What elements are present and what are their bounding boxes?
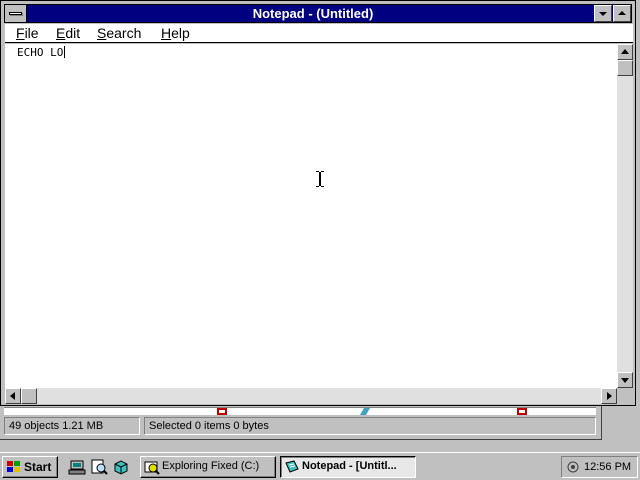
vertical-scroll-thumb[interactable] [617,60,633,76]
scroll-down-button[interactable] [617,372,633,388]
text-editor-area[interactable]: ECHO LO [5,44,617,388]
ibeam-cursor-icon [316,171,324,187]
system-tray: 12:56 PM [561,456,638,478]
scroll-up-button[interactable] [617,44,633,60]
minimize-button[interactable] [594,5,612,22]
maximize-icon [618,11,626,15]
status-object-count: 49 objects 1.21 MB [4,417,140,435]
scroll-right-button[interactable] [601,388,617,404]
menu-help[interactable]: Help [161,25,190,41]
title-bar[interactable]: Notepad - (Untitled) [4,4,632,23]
start-label: Start [24,460,52,474]
explorer-icon [144,461,160,475]
cube-icon[interactable] [112,458,130,476]
taskbar-button-label: Exploring Fixed (C:) [162,460,260,472]
size-grip[interactable] [617,388,633,404]
folder-icon [517,408,527,415]
menu-bar: File Edit Search Help [5,24,633,43]
clock[interactable]: 12:56 PM [584,459,631,475]
notepad-icon [285,460,299,473]
system-menu-button[interactable] [5,5,27,22]
arrow-left-icon [10,392,15,400]
start-button[interactable]: Start [2,456,58,478]
arrow-up-icon [621,49,629,54]
arrow-down-icon [621,378,629,383]
text-caret [64,46,66,58]
horizontal-scroll-thumb[interactable] [21,388,37,404]
volume-icon[interactable] [566,460,580,474]
menu-file[interactable]: File [16,25,39,41]
minimize-icon [599,12,607,16]
status-selection: Selected 0 items 0 bytes [144,417,596,435]
taskbar-button-label: Notepad - [Untitl... [302,460,397,472]
folder-icon [217,408,227,415]
vertical-scrollbar[interactable] [617,44,633,388]
window-title: Notepad - (Untitled) [252,6,374,21]
explorer-window: 49 objects 1.21 MB Selected 0 items 0 by… [0,406,602,440]
document-text-line: ECHO LO [17,46,66,60]
scroll-left-button[interactable] [5,388,21,404]
menu-edit[interactable]: Edit [56,25,80,41]
taskbar-button-notepad[interactable]: Notepad - [Untitl... [280,456,416,478]
taskbar: Start Exploring Fixed (C:) Notepad - [Un… [0,452,640,480]
menu-search[interactable]: Search [97,25,141,41]
notepad-window: Notepad - (Untitled) File Edit Search He… [0,0,636,406]
arrow-right-icon [607,392,612,400]
maximize-button[interactable] [613,5,631,22]
windows-logo-icon [7,461,20,472]
document-text: ECHO LO [17,46,64,59]
taskbar-button-explorer[interactable]: Exploring Fixed (C:) [140,456,276,478]
horizontal-scrollbar[interactable] [5,388,617,404]
network-icon[interactable] [68,458,86,476]
find-icon[interactable] [90,458,108,476]
file-icon [360,408,370,415]
explorer-file-list-strip[interactable] [4,407,596,415]
system-menu-icon [9,12,22,15]
